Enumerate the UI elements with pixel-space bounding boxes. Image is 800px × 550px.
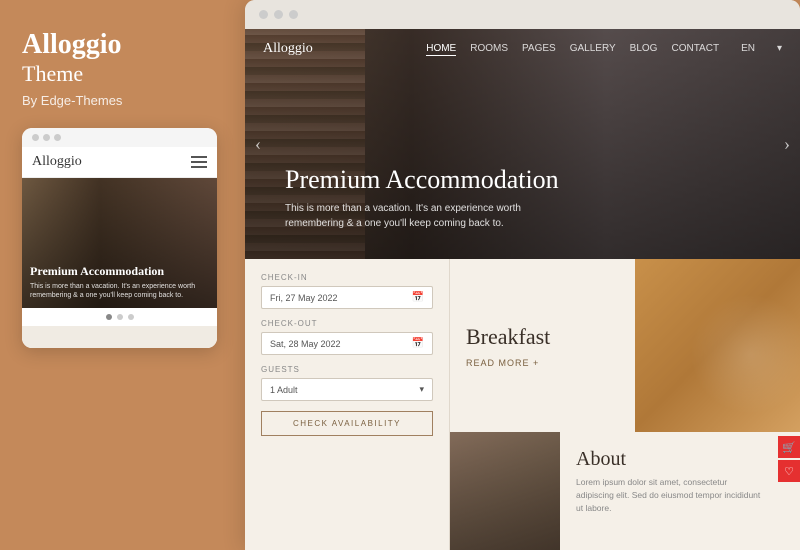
website-hero: Alloggio HOME ROOMS PAGES GALLERY BLOG C… (245, 29, 800, 259)
booking-form: CHECK-IN Fri, 27 May 2022 📅 CHECK-OUT Sa… (245, 259, 450, 550)
checkout-input[interactable]: Sat, 28 May 2022 📅 (261, 332, 433, 355)
guests-label: GUESTS (261, 365, 433, 374)
mobile-mockup: Alloggio Premium Accommodation This is m… (22, 128, 217, 348)
chevron-down-icon: ▾ (419, 384, 424, 395)
website-bottom: CHECK-IN Fri, 27 May 2022 📅 CHECK-OUT Sa… (245, 259, 800, 550)
mobile-carousel-indicators (22, 308, 217, 326)
mobile-top-bar (22, 128, 217, 147)
carousel-left-arrow[interactable]: ‹ (251, 130, 265, 159)
action-strip: 🛒 ♡ (778, 432, 800, 550)
hero-sub-text: This is more than a vacation. It's an ex… (285, 201, 525, 231)
indicator-1[interactable] (106, 314, 112, 320)
hero-text-block: Premium Accommodation This is more than … (285, 164, 559, 231)
checkout-field-group: CHECK-OUT Sat, 28 May 2022 📅 (261, 319, 433, 355)
guests-field-group: GUESTS 1 Adult ▾ (261, 365, 433, 401)
food-decoration (635, 259, 800, 432)
mobile-dot-1 (32, 134, 39, 141)
nav-link-blog[interactable]: BLOG (630, 43, 658, 56)
browser-window: Alloggio HOME ROOMS PAGES GALLERY BLOG C… (245, 0, 800, 550)
browser-dot-2 (274, 10, 283, 19)
mobile-hero-title: Premium Accommodation (30, 264, 209, 278)
checkout-label: CHECK-OUT (261, 319, 433, 328)
wishlist-icon[interactable]: ♡ (778, 460, 800, 482)
mobile-hero-text: Premium Accommodation This is more than … (30, 264, 209, 300)
right-panels: Breakfast READ MORE + About Lorem ipsum … (450, 259, 800, 550)
room-image (450, 432, 560, 550)
hero-main-title: Premium Accommodation (285, 164, 559, 195)
indicator-2[interactable] (117, 314, 123, 320)
nav-link-contact[interactable]: CONTACT (671, 43, 719, 56)
checkin-label: CHECK-IN (261, 273, 433, 282)
mobile-hero-image: Premium Accommodation This is more than … (22, 178, 217, 308)
breakfast-read-more[interactable]: READ MORE + (466, 358, 619, 368)
check-availability-button[interactable]: CHECK AVAILABILITY (261, 411, 433, 436)
about-panel: About Lorem ipsum dolor sit amet, consec… (560, 432, 778, 550)
nav-link-rooms[interactable]: ROOMS (470, 43, 508, 56)
guests-select[interactable]: 1 Adult ▾ (261, 378, 433, 401)
mobile-hero-desc: This is more than a vacation. It's an ex… (30, 282, 209, 300)
brand-title: Alloggio (22, 30, 223, 61)
browser-content: Alloggio HOME ROOMS PAGES GALLERY BLOG C… (245, 29, 800, 550)
second-row: About Lorem ipsum dolor sit amet, consec… (450, 432, 800, 550)
brand-subtitle: Theme (22, 61, 223, 87)
checkout-value: Sat, 28 May 2022 (270, 339, 341, 349)
mobile-nav: Alloggio (22, 147, 217, 178)
about-title: About (576, 448, 762, 471)
shopping-cart-icon[interactable]: 🛒 (778, 436, 800, 458)
breakfast-image (635, 259, 800, 432)
calendar-icon-checkin: 📅 (412, 292, 424, 303)
mobile-dot-3 (54, 134, 61, 141)
breakfast-text: Breakfast READ MORE + (450, 259, 635, 432)
guests-value: 1 Adult (270, 385, 298, 395)
website-nav: Alloggio HOME ROOMS PAGES GALLERY BLOG C… (245, 29, 800, 69)
brand-name: Alloggio Theme By Edge-Themes (22, 30, 223, 108)
mobile-dot-2 (43, 134, 50, 141)
brand-by: By Edge-Themes (22, 93, 223, 108)
hamburger-icon[interactable] (191, 156, 207, 168)
nav-lang[interactable]: EN (741, 43, 755, 56)
checkin-input[interactable]: Fri, 27 May 2022 📅 (261, 286, 433, 309)
mobile-hero: Premium Accommodation This is more than … (22, 178, 217, 308)
nav-link-home[interactable]: HOME (426, 43, 456, 56)
checkin-field-group: CHECK-IN Fri, 27 May 2022 📅 (261, 273, 433, 309)
mobile-logo: Alloggio (32, 154, 82, 170)
calendar-icon-checkout: 📅 (412, 338, 424, 349)
browser-dot-3 (289, 10, 298, 19)
browser-dot-1 (259, 10, 268, 19)
mobile-bottom-strip (22, 326, 217, 348)
website-logo: Alloggio (263, 41, 313, 57)
checkin-value: Fri, 27 May 2022 (270, 293, 338, 303)
browser-top-bar (245, 0, 800, 29)
breakfast-panel: Breakfast READ MORE + (450, 259, 800, 432)
left-panel: Alloggio Theme By Edge-Themes Alloggio P… (0, 0, 245, 550)
carousel-right-arrow[interactable]: › (780, 130, 794, 159)
nav-links: HOME ROOMS PAGES GALLERY BLOG CONTACT EN… (426, 43, 782, 56)
nav-lang-chevron: ▾ (777, 43, 782, 56)
breakfast-title: Breakfast (466, 324, 619, 350)
indicator-3[interactable] (128, 314, 134, 320)
mobile-content: Alloggio Premium Accommodation This is m… (22, 147, 217, 348)
nav-link-gallery[interactable]: GALLERY (570, 43, 616, 56)
about-text: Lorem ipsum dolor sit amet, consectetur … (576, 476, 762, 514)
nav-link-pages[interactable]: PAGES (522, 43, 556, 56)
